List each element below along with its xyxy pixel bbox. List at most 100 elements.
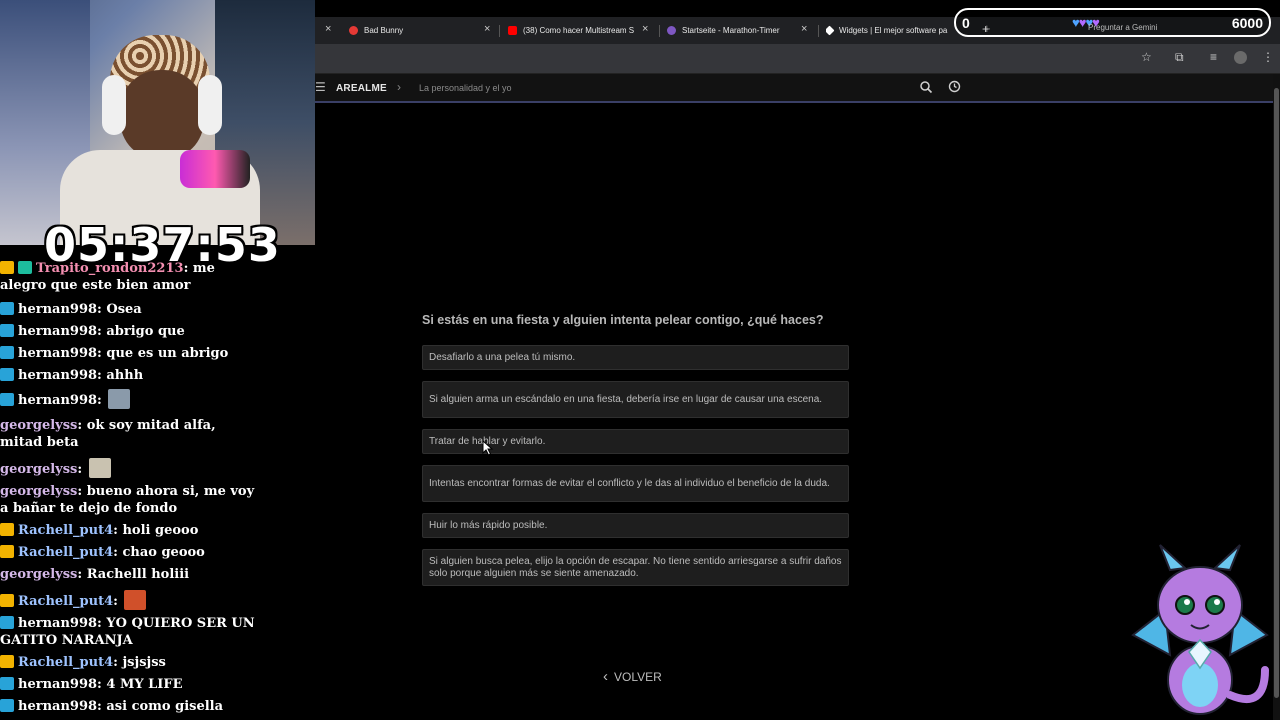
back-button[interactable]: ‹ VOLVER	[603, 668, 662, 685]
chat-colon: :	[97, 302, 107, 317]
chat-colon: :	[77, 462, 87, 477]
answer-option-2[interactable]: Si alguien arma un escándalo en una fies…	[422, 381, 849, 418]
chat-message: hernan998: que es un abrigo	[0, 345, 255, 362]
tab-multistream[interactable]: (38) Como hacer Multistream S	[508, 17, 636, 44]
chat-username: Rachell_put4	[18, 545, 114, 560]
answer-option-5[interactable]: Huir lo más rápido posible.	[422, 513, 849, 538]
tab-separator	[499, 25, 500, 37]
chat-colon: :	[113, 594, 123, 609]
browser-menu-icon[interactable]: ⋮	[1262, 50, 1274, 64]
crown-badge-icon	[0, 523, 14, 536]
chat-text: que es un abrigo	[106, 346, 229, 361]
history-icon[interactable]	[947, 79, 962, 94]
chat-colon: :	[97, 393, 107, 408]
answer-text: Intentas encontrar formas de evitar el c…	[429, 477, 830, 489]
tab-widgets[interactable]: Widgets | El mejor software pa	[826, 17, 951, 44]
chat-colon: :	[183, 261, 193, 276]
chat-message: georgelyss:	[0, 458, 255, 478]
chat-text: Osea	[106, 302, 142, 317]
chat-message: georgelyss: ok soy mitad alfa, mitad bet…	[0, 417, 255, 451]
dragon-mascot	[1131, 544, 1269, 715]
chat-message: Trapito_rondon2213: me alegro que este b…	[0, 260, 255, 294]
answer-option-1[interactable]: Desafiarlo a una pelea tú mismo.	[422, 345, 849, 370]
chat-username: hernan998	[18, 699, 98, 714]
chat-message: Rachell_put4: holi geooo	[0, 522, 255, 539]
chat-text: 4 MY LIFE	[106, 677, 183, 692]
chat-text: ahhh	[106, 368, 144, 383]
chat-message: hernan998: ahhh	[0, 367, 255, 384]
add-tab-icon[interactable]: +	[982, 22, 989, 36]
prime-badge-icon	[0, 346, 14, 359]
face	[120, 70, 204, 160]
chat-username: Rachell_put4	[18, 655, 114, 670]
diamond-icon	[826, 25, 835, 36]
chat-username: hernan998	[18, 324, 98, 339]
answer-text: Si alguien arma un escándalo en una fies…	[429, 393, 823, 405]
chat-username: hernan998	[18, 368, 98, 383]
tab-marathon-timer[interactable]: Startseite - Marathon-Timer	[667, 17, 797, 44]
tab-close-icon[interactable]: ×	[801, 23, 807, 35]
chat-message: Rachell_put4:	[0, 590, 255, 610]
site-brand[interactable]: AREALME	[336, 83, 387, 94]
prime-badge-icon	[0, 699, 14, 712]
extensions-icon[interactable]: ⧉	[1175, 50, 1184, 65]
prime-badge-icon	[0, 302, 14, 315]
tab-close-icon[interactable]: ×	[325, 23, 331, 35]
counter-goal: 6000	[1231, 15, 1263, 31]
gemini-button[interactable]: Preguntar a Gemini	[1088, 23, 1157, 32]
crown-badge-icon	[0, 655, 14, 668]
chat-username: georgelyss	[0, 462, 78, 477]
prime-badge-icon	[0, 393, 14, 406]
microphone	[180, 150, 250, 188]
tab-close-icon[interactable]: ×	[484, 23, 490, 35]
hamburger-menu-icon[interactable]: ☰	[315, 80, 326, 94]
chat-text: holi geooo	[122, 523, 199, 538]
tab-separator	[818, 25, 819, 37]
breadcrumb[interactable]: La personalidad y el yo	[419, 83, 512, 93]
timer-icon	[667, 26, 676, 35]
profile-avatar[interactable]	[1234, 51, 1247, 64]
chat-username: georgelyss	[0, 484, 78, 499]
search-icon[interactable]	[919, 80, 933, 94]
chat-message: hernan998: abrigo que	[0, 323, 255, 340]
chat-username: Trapito_rondon2213	[36, 261, 184, 276]
bookmark-star-icon[interactable]: ☆	[1141, 50, 1152, 64]
chat-message: hernan998: Osea	[0, 301, 255, 318]
chat-colon: :	[97, 346, 107, 361]
site-header: ☰ AREALME › La personalidad y el yo	[315, 74, 1273, 103]
chat-username: hernan998	[18, 346, 98, 361]
chat-text: chao geooo	[122, 545, 205, 560]
subscriber-badge-icon	[18, 261, 32, 274]
youtube-music-icon	[349, 26, 358, 35]
chat-message: Rachell_put4: chao geooo	[0, 544, 255, 561]
tab-bad-bunny[interactable]: Bad Bunny	[349, 17, 479, 44]
chevron-left-icon: ‹	[603, 668, 608, 685]
face-emote	[108, 389, 131, 409]
prime-badge-icon	[0, 368, 14, 381]
tab-title: Widgets | El mejor software pa	[839, 26, 948, 35]
chat-message: hernan998: asi como gisella	[0, 698, 255, 715]
chat-colon: :	[97, 324, 107, 339]
chat-colon: :	[97, 368, 107, 383]
answer-option-6[interactable]: Si alguien busca pelea, elijo la opción …	[422, 549, 849, 586]
browser-toolbar	[315, 44, 1280, 74]
chat-text: abrigo que	[106, 324, 185, 339]
chat-username: hernan998	[18, 616, 98, 631]
chevron-right-icon: ›	[397, 80, 401, 94]
prime-badge-icon	[0, 677, 14, 690]
tab-separator	[659, 25, 660, 37]
tab-close-icon[interactable]: ×	[642, 23, 648, 35]
chat-message: hernan998: YO QUIERO SER UN GATITO NARAN…	[0, 615, 255, 649]
headphone-left	[102, 75, 126, 135]
tab-title: Startseite - Marathon-Timer	[682, 26, 780, 35]
chat-colon: :	[97, 677, 107, 692]
chat-username: hernan998	[18, 302, 98, 317]
webcam-overlay	[0, 0, 315, 245]
media-control-icon[interactable]: ≡	[1210, 50, 1217, 64]
answer-option-4[interactable]: Intentas encontrar formas de evitar el c…	[422, 465, 849, 502]
chat-username: hernan998	[18, 393, 98, 408]
headphone-right	[198, 75, 222, 135]
prime-badge-icon	[0, 324, 14, 337]
chat-colon: :	[97, 616, 107, 631]
chat-username: hernan998	[18, 677, 98, 692]
